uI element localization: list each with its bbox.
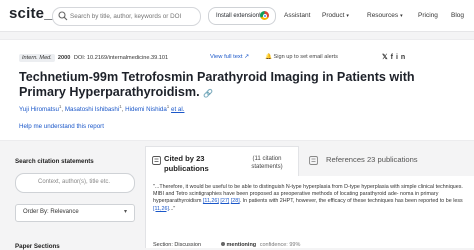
chrome-icon [260,11,269,20]
external-link-icon: ↗ [244,54,249,60]
install-extension-button[interactable]: Install extension! [208,7,276,25]
citation-statement-card: "...Therefore, it would be useful to be … [145,176,474,248]
section-value: Discussion [174,242,201,248]
author-link[interactable]: Hidemi Nishida [125,106,167,113]
chevron-down-icon: ▾ [346,13,349,19]
search-input[interactable] [70,9,196,23]
link-icon[interactable]: 🔗 [203,89,213,98]
author-link[interactable]: Yuji Hiromatsu [19,106,59,113]
cited-by-count: Cited by 23 publications [164,154,209,173]
references-count: References 23 publications [326,155,418,164]
nav-assistant[interactable]: Assistant [284,12,310,19]
scite-logo[interactable]: scite_ [9,5,53,22]
nav-blog[interactable]: Blog [451,12,464,19]
confidence-label: confidence: 99% [259,242,301,248]
references-icon [309,156,318,165]
twitter-icon[interactable]: 𝕏 [382,54,391,61]
nav-resources[interactable]: Resources ▾ [367,12,403,19]
nav-pricing[interactable]: Pricing [418,12,438,19]
citation-link[interactable]: [27] [220,198,229,204]
chevron-down-icon: ▾ [400,13,403,19]
author-link[interactable]: Masatoshi Ishibashi [65,106,119,113]
mentioning-dot-icon [220,242,225,246]
doi-text: DOI: 10.2169/internalmedicine.39.101 [73,55,169,61]
email-alerts-link[interactable]: 🔔 Sign up to set email alerts [265,54,338,60]
order-by-select[interactable]: Order By: Relevance ▾ [15,204,135,222]
help-understand-link[interactable]: Help me understand this report [19,123,104,130]
nav-product[interactable]: Product ▾ [322,12,349,19]
cited-by-icon [152,156,161,165]
search-citations-header: Search citation statements [15,158,94,165]
article-meta: Intern. Med. 2000 DOI: 10.2169/internalme… [19,54,169,62]
author-list: Yuji Hiromatsu1, Masatoshi Ishibashi1, H… [19,104,185,114]
journal-badge: Intern. Med. [19,54,55,62]
citation-statements-count: (11 citation statements) [251,156,283,170]
top-navbar: scite_ Install extension! Assistant Prod… [0,0,474,32]
chevron-down-icon: ▾ [124,209,128,215]
citation-link[interactable]: [11,26] [153,206,169,212]
citation-link[interactable]: [28] [231,198,240,204]
citation-tags: Section: Discussion mentioning confidenc… [153,242,301,248]
article-card: Intern. Med. 2000 DOI: 10.2169/internalme… [0,39,474,141]
tab-references[interactable]: References 23 publications [301,146,474,176]
view-full-text-link[interactable]: View full text ↗ [210,54,249,60]
install-extension-label: Install extension! [216,13,261,19]
citation-search-input[interactable]: Context, author(s), title etc. [15,173,135,193]
search-icon [58,11,68,21]
search-box[interactable] [52,7,201,26]
publication-year: 2000 [57,55,71,61]
mentioning-label: mentioning [226,242,257,248]
citation-excerpt: "...Therefore, it would be useful to be … [153,184,463,212]
citation-link[interactable]: [11,26] [203,198,219,204]
bell-icon: 🔔 [265,54,272,60]
linkedin-icon[interactable]: in [396,54,408,61]
et-al-link[interactable]: et al. [171,106,184,113]
paper-sections-header: Paper Sections [15,243,60,250]
article-title: Technetium-99m Tetrofosmin Parathyroid I… [19,70,415,99]
tab-cited-by[interactable]: Cited by 23 publications (11 citation st… [145,146,299,177]
social-share: 𝕏fin [382,53,408,61]
